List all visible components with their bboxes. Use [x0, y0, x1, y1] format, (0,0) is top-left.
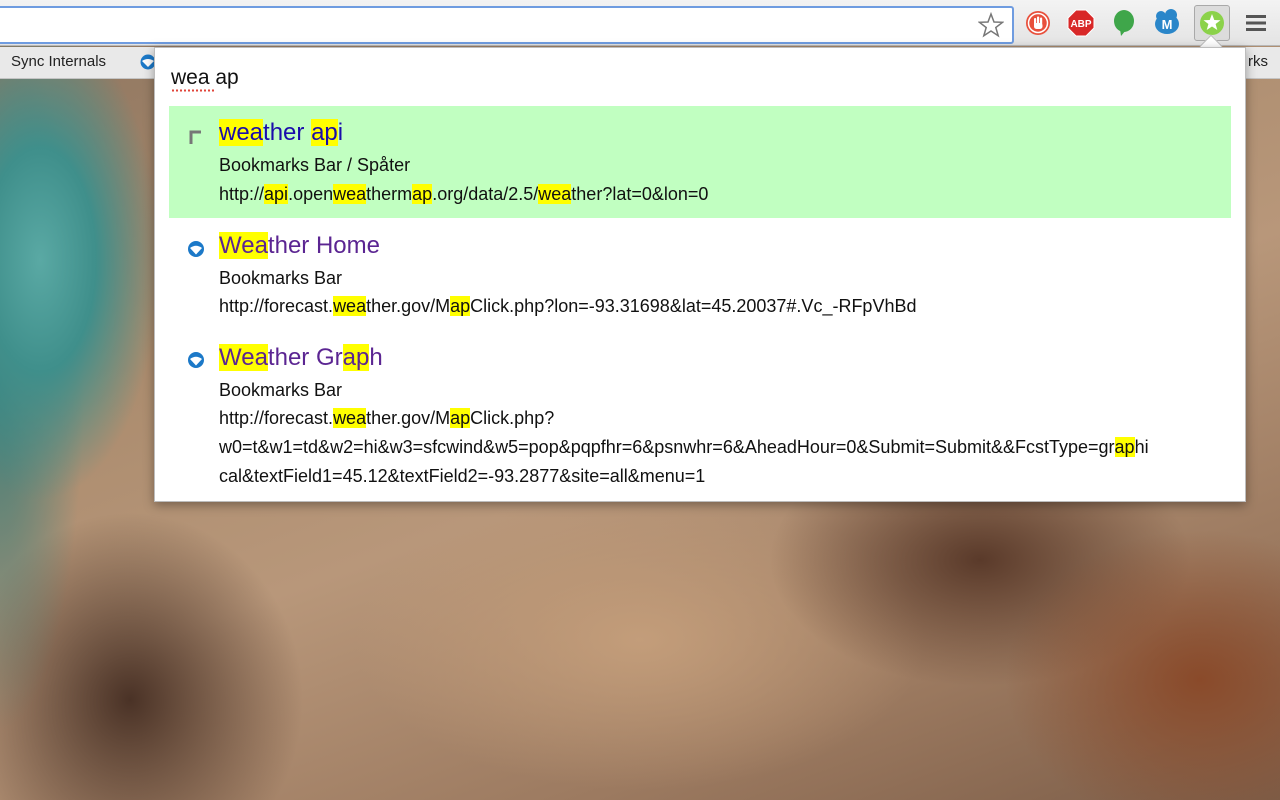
text-segment: .open [288, 184, 334, 204]
adblock-plus-icon[interactable]: ABP [1067, 9, 1095, 37]
m-label: M [1162, 17, 1173, 32]
match-highlight: ap [412, 184, 433, 204]
text-segment: http:// [219, 184, 265, 204]
match-highlight: wea [333, 408, 367, 428]
text-segment: cal&textField1=45.12&textField2=-93.2877… [219, 466, 706, 486]
match-highlight: ap [311, 119, 338, 146]
spellcheck-underline [171, 89, 215, 92]
text-segment: ther Home [267, 232, 380, 259]
match-highlight: ap [1114, 437, 1135, 457]
match-highlight: wea [219, 119, 264, 146]
result-item[interactable]: weather api Bookmarks Bar / Spåter http:… [169, 106, 1231, 218]
evernote-icon[interactable] [1110, 9, 1138, 37]
bookmark-folder-icon [189, 130, 201, 144]
text-segment: hi [1134, 437, 1149, 457]
result-item[interactable]: Weather Home Bookmarks Bar http://foreca… [169, 220, 1231, 330]
match-highlight: Wea [219, 344, 268, 371]
result-folder-path: Bookmarks Bar [219, 380, 343, 400]
other-bookmarks[interactable]: rks [1248, 53, 1268, 70]
bookmark-sync-internals[interactable]: Sync Internals [11, 53, 106, 70]
text-segment: h [369, 344, 383, 371]
result-url: http://forecast.weather.gov/MapClick.php… [219, 404, 1149, 491]
result-title: weather api [219, 118, 343, 148]
text-segment: Click.php?lon=-93.31698&lat=45.20037#.Vc… [470, 296, 917, 316]
text-segment: .org/data/2.5/ [432, 184, 539, 204]
match-highlight: ap [450, 296, 471, 316]
match-highlight: wea [333, 184, 367, 204]
url-line: http://forecast.weather.gov/MapClick.php… [219, 292, 916, 321]
noaa-favicon-icon [188, 241, 204, 257]
text-segment: http://forecast. [219, 408, 334, 428]
match-highlight: ap [450, 408, 471, 428]
text-segment: http://forecast. [219, 296, 334, 316]
m-icon[interactable]: M [1153, 9, 1181, 37]
text-segment: i [337, 119, 344, 146]
match-highlight: wea [538, 184, 572, 204]
search-query-input[interactable]: wea ap [171, 66, 239, 90]
result-folder-path: Bookmarks Bar [219, 268, 343, 288]
result-item[interactable]: Weather Graph Bookmarks Bar http://forec… [169, 333, 1231, 493]
result-title: Weather Graph [219, 343, 383, 373]
url-line: w0=t&w1=td&w2=hi&w3=sfcwind&w5=pop&pqpfh… [219, 433, 1149, 462]
stop-hand-icon[interactable] [1024, 9, 1052, 37]
url-line: http://forecast.weather.gov/MapClick.php… [219, 404, 1149, 433]
address-bar[interactable] [0, 6, 1014, 44]
text-segment: ther [263, 119, 312, 146]
bookmark-star-icon[interactable] [978, 12, 1004, 38]
abp-label: ABP [1070, 19, 1091, 30]
match-highlight: api [264, 184, 289, 204]
result-url: http://api.openweathermap.org/data/2.5/w… [219, 180, 708, 209]
menu-icon[interactable] [1242, 9, 1270, 37]
browser-toolbar: ABP M [0, 0, 1280, 46]
match-highlight: wea [333, 296, 367, 316]
noaa-favicon-icon [188, 352, 204, 368]
match-highlight: Wea [219, 232, 268, 259]
url-line: cal&textField1=45.12&textField2=-93.2877… [219, 462, 1149, 491]
text-segment: Click.php? [470, 408, 555, 428]
result-title: Weather Home [219, 231, 380, 261]
result-folder-path: Bookmarks Bar / Spåter [219, 155, 411, 175]
url-line: http://api.openweathermap.org/data/2.5/w… [219, 180, 708, 209]
result-url: http://forecast.weather.gov/MapClick.php… [219, 292, 916, 321]
text-segment: ther Gr [267, 344, 343, 371]
text-segment: ther.gov/M [366, 296, 451, 316]
bookmark-search-popup: wea ap weather api Bookmarks Bar / Spåte… [154, 47, 1246, 502]
text-segment: therm [366, 184, 413, 204]
text-segment: ther.gov/M [366, 408, 451, 428]
match-highlight: ap [342, 344, 370, 371]
text-segment: ther?lat=0&lon=0 [571, 184, 709, 204]
text-segment: w0=t&w1=td&w2=hi&w3=sfcwind&w5=pop&pqpfh… [219, 437, 1115, 457]
